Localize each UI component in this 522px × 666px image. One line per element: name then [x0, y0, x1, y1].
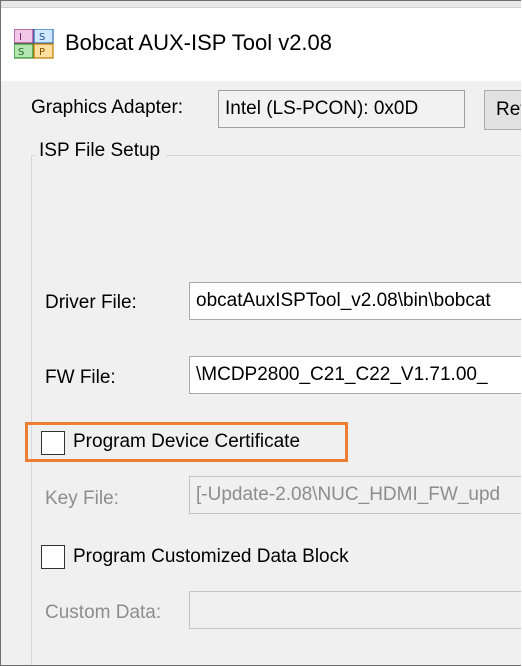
svg-text:S: S — [18, 47, 24, 58]
refresh-button[interactable]: Refresh — [484, 90, 521, 130]
graphics-adapter-label: Graphics Adapter: — [31, 97, 184, 118]
app-grid-icon: I S S P — [14, 29, 54, 59]
key-file-input[interactable]: [-Update-2.08\NUC_HDMI_FW_upd — [189, 476, 521, 514]
window-title: Bobcat AUX-ISP Tool v2.08 — [65, 30, 333, 55]
program-custom-label[interactable]: Program Customized Data Block — [73, 546, 349, 568]
fw-file-label: FW File: — [45, 367, 116, 388]
custom-data-input[interactable] — [189, 591, 521, 629]
key-file-label: Key File: — [45, 488, 119, 509]
svg-text:S: S — [39, 32, 45, 43]
group-caption: ISP File Setup — [35, 140, 167, 162]
fw-file-input[interactable]: \MCDP2800_C21_C22_V1.71.00_ — [189, 356, 521, 394]
app-window: I S S P Bobcat AUX-ISP Tool v2.08 Graphi… — [0, 0, 521, 666]
custom-data-label: Custom Data: — [45, 602, 162, 623]
driver-file-label: Driver File: — [45, 292, 137, 313]
driver-file-input[interactable]: obcatAuxISPTool_v2.08\bin\bobcat — [189, 282, 521, 320]
top-window-edge — [1, 1, 521, 8]
title-bar[interactable]: I S S P Bobcat AUX-ISP Tool v2.08 — [1, 1, 521, 81]
graphics-adapter-field[interactable]: Intel (LS-PCON): 0x0D — [218, 90, 465, 128]
svg-text:P: P — [39, 47, 45, 58]
program-custom-checkbox[interactable] — [41, 545, 65, 569]
program-cert-checkbox[interactable] — [41, 431, 65, 455]
svg-text:I: I — [19, 32, 22, 43]
isp-file-setup-group — [31, 155, 521, 665]
program-cert-label[interactable]: Program Device Certificate — [73, 431, 300, 453]
